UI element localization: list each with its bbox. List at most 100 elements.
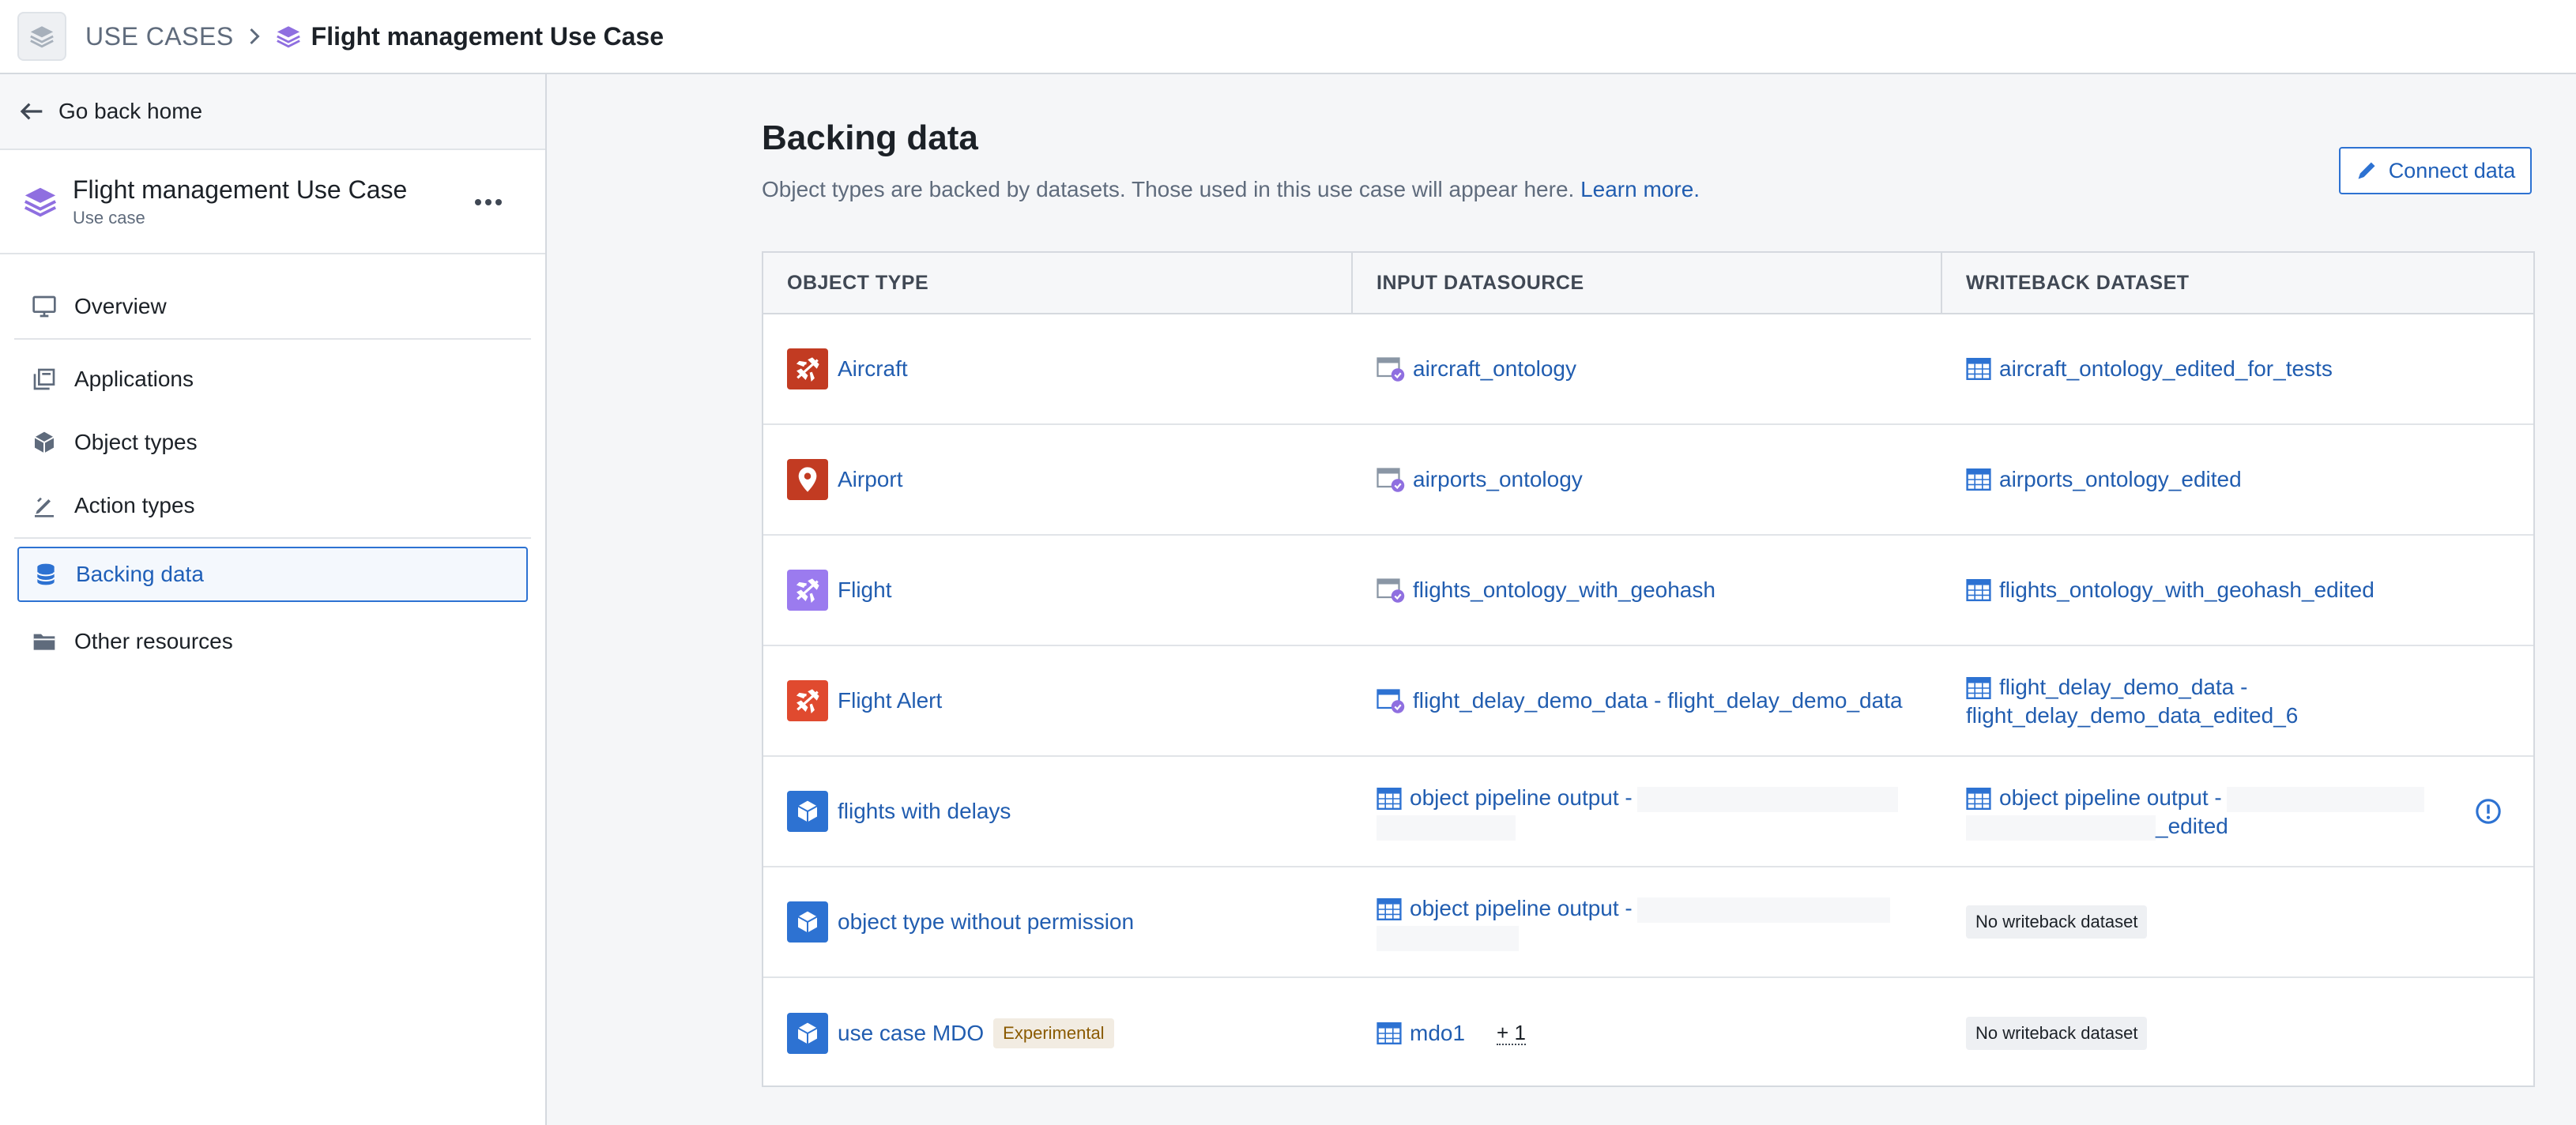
writeback-line-2: _edited [2156,814,2228,838]
more-options-icon[interactable] [471,185,506,220]
divider [14,537,531,539]
usecase-layers-icon [276,26,300,48]
experimental-tag: Experimental [993,1018,1114,1048]
input-datasource-link[interactable]: airports_ontology [1413,467,1583,492]
dataset-icon [1966,468,1991,491]
breadcrumb-current: Flight management Use Case [275,22,664,51]
applications-icon [33,368,55,390]
input-datasource-link[interactable]: object pipeline output - [1377,894,1890,951]
redacted-block [1966,815,2156,841]
input-datasource-cell: airports_ontology [1353,425,1942,534]
object-type-cell: Flight Alert [763,646,1353,755]
writeback-link[interactable]: aircraft_ontology_edited_for_tests [1999,356,2333,382]
breadcrumb-root[interactable]: USE CASES [85,22,234,51]
sidebar-item-label: Other resources [74,629,233,653]
table-row: Airport airports_ontology airports_ontol… [763,425,2533,536]
redacted-block [1377,815,1516,841]
description-text: Object types are backed by datasets. Tho… [762,177,1575,201]
object-type-link[interactable]: Flight Alert [838,688,942,713]
dataset-icon [1377,1022,1402,1044]
database-icon [36,563,55,585]
object-type-link[interactable]: use case MDO [838,1021,984,1046]
table-header: OBJECT TYPE INPUT DATASOURCE WRITEBACK D… [763,253,2533,314]
input-datasource-link[interactable]: mdo1 [1410,1021,1465,1046]
input-datasource-cell: flights_ontology_with_geohash [1353,536,1942,645]
object-type-link[interactable]: Airport [838,467,902,492]
header-input-datasource: INPUT DATASOURCE [1353,253,1942,313]
airplane-icon [787,348,828,389]
cube-icon [787,1013,828,1054]
sidebar-item-backing-data[interactable]: Backing data [17,547,528,602]
main-content: Backing data Object types are backed by … [548,74,2576,1125]
writeback-link[interactable]: flight_delay_demo_data - flight_delay_de… [1966,673,2298,730]
object-type-cell: Airport [763,425,1353,534]
sidebar-item-label: Applications [74,367,194,391]
sidebar-item-object-types[interactable]: Object types [14,411,531,474]
top-bar: USE CASES Flight management Use Case [0,0,2576,74]
dataset-check-icon [1377,689,1405,713]
airplane-icon [787,570,828,611]
no-writeback-tag: No writeback dataset [1966,1017,2148,1050]
writeback-cell: No writeback dataset [1942,978,2533,1089]
object-type-cell: Aircraft [763,314,1353,423]
cube-icon [787,901,828,943]
header-object-type: OBJECT TYPE [763,253,1353,313]
info-circle-icon[interactable] [2475,798,2502,829]
dataset-icon [1966,358,1991,380]
sidebar-item-label: Backing data [76,562,204,586]
sidebar-item-other-resources[interactable]: Other resources [14,610,531,673]
writeback-cell: No writeback dataset [1942,867,2533,976]
cube-icon [787,791,828,832]
arrow-left-icon [20,103,43,120]
edit-icon [35,497,54,517]
go-back-home-label: Go back home [58,99,203,123]
dataset-icon [1377,898,1402,920]
table-row: flights with delays object pipeline outp… [763,757,2533,867]
object-type-cell: use case MDO Experimental [763,978,1353,1089]
dataset-icon [1966,579,1991,601]
writeback-line-2: flight_delay_demo_data_edited_6 [1966,703,2299,728]
object-type-cell: flights with delays [763,757,1353,866]
table-row: object type without permission object pi… [763,867,2533,978]
writeback-link[interactable]: object pipeline output - _edited [1966,784,2424,841]
header-writeback-dataset: WRITEBACK DATASET [1966,271,2190,294]
learn-more-link[interactable]: Learn more. [1580,177,1700,201]
object-type-link[interactable]: object type without permission [838,909,1134,935]
object-type-link[interactable]: Flight [838,578,891,603]
input-datasource-text: object pipeline output - [1410,896,1633,920]
object-type-link[interactable]: Aircraft [838,356,908,382]
input-datasource-link[interactable]: flight_delay_demo_data - flight_delay_de… [1413,688,1903,713]
page-title: Backing data [762,119,978,157]
usecase-layers-icon [24,187,57,217]
sidebar-item-action-types[interactable]: Action types [14,474,531,537]
table-row: Aircraft aircraft_ontology aircraft_onto… [763,314,2533,425]
dataset-icon [1966,788,1991,810]
layers-app-icon[interactable] [17,12,66,61]
chevron-right-icon [247,27,262,46]
writeback-cell: flight_delay_demo_data - flight_delay_de… [1942,646,2533,755]
input-datasource-link[interactable]: aircraft_ontology [1413,356,1576,382]
writeback-link[interactable]: flights_ontology_with_geohash_edited [1999,578,2375,603]
cube-icon [34,431,55,453]
writeback-cell: airports_ontology_edited [1942,425,2533,534]
input-datasource-cell: mdo1 + 1 [1353,978,1942,1089]
input-datasource-link[interactable]: object pipeline output - [1377,784,1898,841]
more-datasources-button[interactable]: + 1 [1497,1022,1526,1045]
connect-data-button[interactable]: Connect data [2339,147,2532,194]
airplane-icon [787,680,828,721]
connect-data-label: Connect data [2388,158,2516,182]
sidebar: Go back home Flight management Use Case … [0,74,547,1125]
usecase-title: Flight management Use Case [73,175,408,204]
input-datasource-link[interactable]: flights_ontology_with_geohash [1413,578,1715,603]
input-datasource-cell: object pipeline output - [1353,867,1942,976]
sidebar-item-overview[interactable]: Overview [14,275,531,338]
writeback-link[interactable]: airports_ontology_edited [1999,467,2242,492]
writeback-cell: flights_ontology_with_geohash_edited [1942,536,2533,645]
sidebar-item-applications[interactable]: Applications [14,348,531,411]
input-datasource-cell: aircraft_ontology [1353,314,1942,423]
go-back-home-link[interactable]: Go back home [0,74,545,150]
table-row: use case MDO Experimental mdo1 + 1 No wr… [763,978,2533,1089]
sidebar-item-label: Overview [74,294,167,318]
monitor-icon [32,295,56,318]
object-type-link[interactable]: flights with delays [838,799,1011,824]
